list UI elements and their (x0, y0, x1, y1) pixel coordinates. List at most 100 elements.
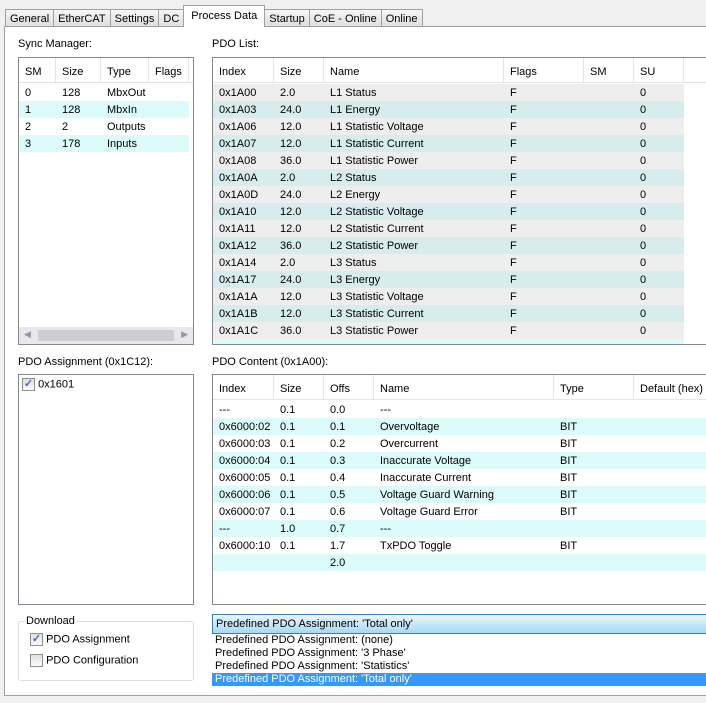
table-cell: --- (219, 523, 230, 535)
table-cell: F (510, 274, 517, 286)
table-cell (213, 554, 274, 571)
table-row[interactable]: 0x1A14 2.0 L3 Status F 0 (213, 254, 684, 271)
table-row[interactable]: 0x1A1C 36.0 L3 Statistic Power F 0 (213, 322, 684, 339)
column-header-su[interactable]: SU (634, 58, 684, 83)
table-cell: 0.1 (330, 421, 346, 433)
table-cell (149, 84, 189, 101)
table-cell: L1 Statistic Voltage (330, 121, 424, 133)
table-row[interactable]: 0x1A17 24.0 L3 Energy F 0 (213, 271, 684, 288)
column-header-index[interactable]: Index (213, 375, 274, 400)
table-cell: Inaccurate Voltage (380, 455, 472, 467)
table-row[interactable]: 0x6000:04 0.1 0.3 Inaccurate Voltage BIT (213, 452, 706, 469)
table-cell: F (510, 87, 517, 99)
tab-process-data[interactable]: Process Data (183, 5, 266, 27)
table-row[interactable]: 0x6000:03 0.1 0.2 Overcurrent BIT (213, 435, 706, 452)
table-cell (634, 486, 706, 503)
table-row[interactable]: 0x1A06 12.0 L1 Statistic Voltage F 0 (213, 118, 684, 135)
column-header-type[interactable]: Type (554, 375, 634, 400)
pdo_content-header: Index Size Offs Name Type Default (hex) (213, 375, 706, 400)
table-row[interactable]: 2.0 (213, 554, 706, 571)
table-cell: BIT (560, 472, 578, 484)
table-row[interactable]: 2 2 Outputs (19, 118, 189, 135)
table-cell: Overcurrent (380, 438, 439, 450)
column-header-size[interactable]: Size (274, 375, 324, 400)
table-cell: 0.1 (280, 438, 296, 450)
pdo_list-header: Index Size Name Flags SM SU (213, 58, 706, 83)
table-row[interactable]: 0x1A07 12.0 L1 Statistic Current F 0 (213, 135, 684, 152)
table-row[interactable]: 0x1A12 36.0 L2 Statistic Power F 0 (213, 237, 684, 254)
table-row[interactable]: 0x1A08 36.0 L1 Statistic Power F 0 (213, 152, 684, 169)
pdo-configuration-checkbox[interactable]: PDO Configuration (30, 654, 138, 667)
column-header-flags[interactable]: Flags (149, 58, 189, 83)
pdo-assignment-list[interactable]: ✓ 0x1601 (18, 374, 194, 605)
table-row[interactable]: 0x1A1A 12.0 L3 Statistic Voltage F 0 (213, 288, 684, 305)
table-cell (374, 554, 554, 571)
table-cell: L2 Statistic Power (330, 240, 419, 252)
checkbox-checked-icon[interactable]: ✓ (22, 378, 35, 391)
column-header-sm[interactable]: SM (584, 58, 634, 83)
table-row[interactable]: 0x1A0D 24.0 L2 Energy F 0 (213, 186, 684, 203)
checkbox-unchecked-icon[interactable] (30, 654, 43, 667)
table-cell: L1 Status (330, 87, 377, 99)
table-cell: 0x1A1B (219, 308, 258, 320)
pdo-assignment-item-label: 0x1601 (38, 378, 75, 391)
table-row[interactable]: 0x1A03 24.0 L1 Energy F 0 (213, 101, 684, 118)
predefined-pdo-option[interactable]: Predefined PDO Assignment: 'Statistics' (212, 660, 706, 673)
table-cell: F (510, 104, 517, 116)
scrollbar-thumb[interactable] (38, 330, 174, 341)
checkbox-checked-icon[interactable]: ✓ (30, 633, 43, 646)
predefined-pdo-option[interactable]: Predefined PDO Assignment: 'Total only' (212, 673, 706, 686)
column-header-name[interactable]: Name (324, 58, 504, 83)
table-row[interactable]: --- 1.0 0.7 --- (213, 520, 706, 537)
table-row[interactable]: 0x6000:05 0.1 0.4 Inaccurate Current BIT (213, 469, 706, 486)
predefined-pdo-dropdown[interactable]: Predefined PDO Assignment: 'Total only' (212, 614, 706, 634)
table-row[interactable]: 0x1A00 2.0 L1 Status F 0 (213, 84, 684, 101)
table-row[interactable]: 0x6000:07 0.1 0.6 Voltage Guard Error BIT (213, 503, 706, 520)
table-row[interactable]: 0x1A0A 2.0 L2 Status F 0 (213, 169, 684, 186)
table-row[interactable]: --- 0.1 0.0 --- (213, 401, 706, 418)
table-row[interactable]: 3 178 Inputs (19, 135, 189, 152)
table-row[interactable]: 0x6000:06 0.1 0.5 Voltage Guard Warning BIT (213, 486, 706, 503)
pdo-assignment-checkbox[interactable]: ✓ PDO Assignment (30, 633, 130, 646)
table-cell: 0.1 (280, 455, 296, 467)
table-cell: 0 (640, 223, 647, 235)
download-group-label: Download (24, 615, 77, 627)
column-header-offs[interactable]: Offs (324, 375, 374, 400)
table-cell: Inputs (107, 138, 137, 150)
table-cell: 12.0 (280, 223, 302, 235)
column-header-flags[interactable]: Flags (504, 58, 584, 83)
table-cell: 0.5 (330, 489, 346, 501)
table-row[interactable]: 0x6000:10 0.1 1.7 TxPDO Toggle BIT (213, 537, 706, 554)
table-row[interactable]: 0x6000:02 0.1 0.1 Overvoltage BIT (213, 418, 706, 435)
column-header-size[interactable]: Size (56, 58, 101, 83)
pdo-assignment-item[interactable]: ✓ 0x1601 (22, 378, 74, 391)
table-cell: 0.2 (330, 438, 346, 450)
table-row[interactable]: 1 128 MbxIn (19, 101, 189, 118)
column-header-default-hex-[interactable]: Default (hex) (634, 375, 706, 400)
sync-manager-table[interactable]: SM Size Type Flags 0 128 MbxOut 1 128 MbxIn 2 2 Outp… (18, 57, 194, 345)
pdo-content-table[interactable]: Index Size Offs Name Type Default (hex) --- 0.1… (212, 374, 706, 605)
table-cell: 0 (640, 325, 647, 337)
tab-strip: General EtherCAT Settings DC Process Data Sta… (5, 5, 423, 28)
table-row-partial[interactable] (213, 339, 684, 344)
table-cell (584, 84, 634, 101)
scroll-right-arrow-icon[interactable]: ▶ (181, 329, 188, 340)
column-header-index[interactable]: Index (213, 58, 274, 83)
scroll-left-arrow-icon[interactable]: ◀ (24, 329, 31, 340)
sync_manager-horizontal-scrollbar[interactable]: ◀ ▶ (19, 327, 193, 344)
column-header-size[interactable]: Size (274, 58, 324, 83)
table-row[interactable]: 0x1A10 12.0 L2 Statistic Voltage F 0 (213, 203, 684, 220)
table-row[interactable]: 0 128 MbxOut (19, 84, 189, 101)
table-cell: 0x1A1C (219, 325, 259, 337)
pdo-list-table[interactable]: Index Size Name Flags SM SU 0x1A00 2.0 L1 Status… (212, 57, 706, 345)
predefined-pdo-option[interactable]: Predefined PDO Assignment: '3 Phase' (212, 647, 706, 660)
table-cell: 0x6000:03 (219, 438, 271, 450)
table-row[interactable]: 0x1A11 12.0 L2 Statistic Current F 0 (213, 220, 684, 237)
predefined-pdo-option[interactable]: Predefined PDO Assignment: (none) (212, 634, 706, 647)
table-row[interactable]: 0x1A1B 12.0 L3 Statistic Current F 0 (213, 305, 684, 322)
column-header-name[interactable]: Name (374, 375, 554, 400)
predefined-pdo-options: Predefined PDO Assignment: (none) Predefi… (212, 634, 706, 688)
column-header-sm[interactable]: SM (19, 58, 56, 83)
table-cell: F (510, 257, 517, 269)
column-header-type[interactable]: Type (101, 58, 149, 83)
